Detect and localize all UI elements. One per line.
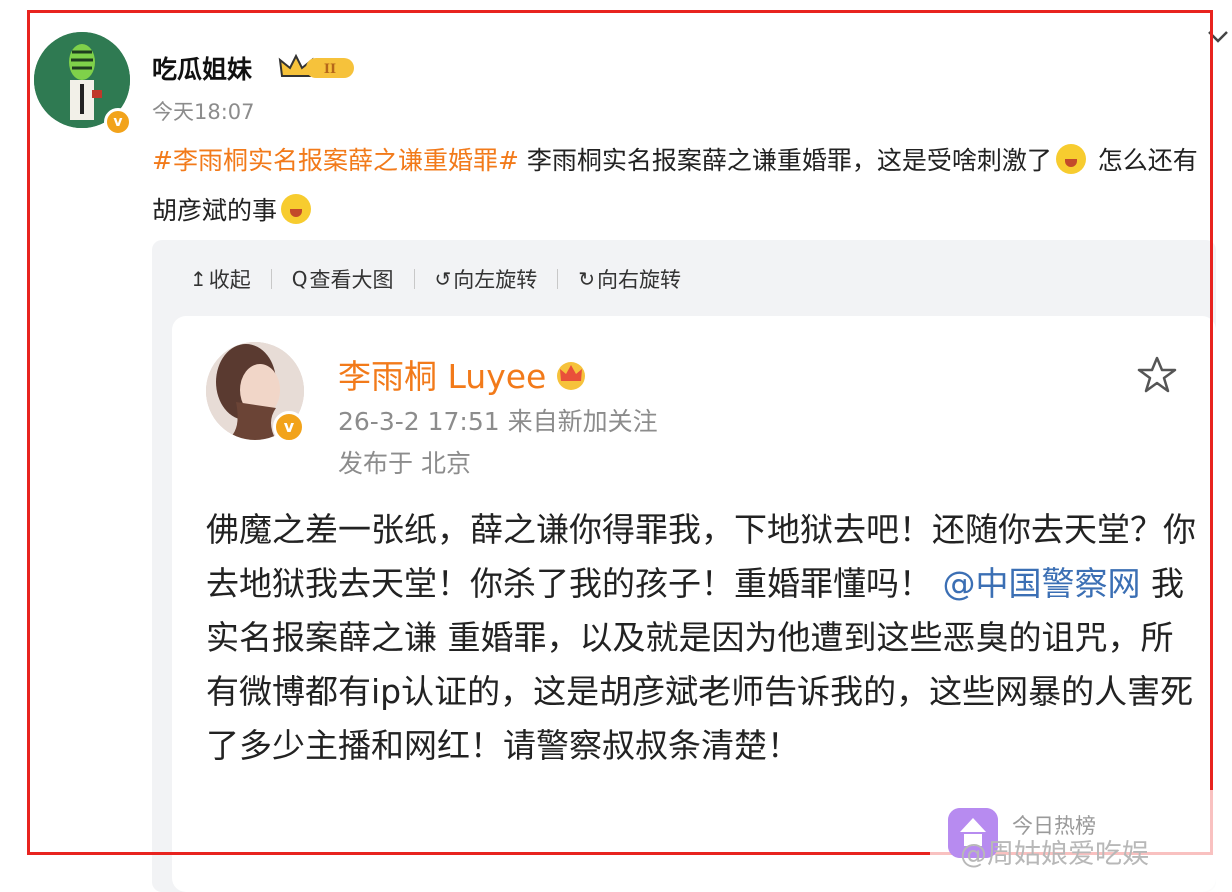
watermark-handle: @周姑娘爱吃娱: [960, 839, 1149, 870]
star-icon[interactable]: [1136, 354, 1178, 396]
post-username[interactable]: 吃瓜姐妹: [152, 50, 252, 86]
toolbar-divider: [413, 269, 415, 289]
embedded-username[interactable]: 李雨桐 Luyee: [338, 350, 546, 398]
embedded-username-row: 李雨桐 Luyee: [338, 350, 588, 398]
verified-badge: v: [104, 108, 132, 136]
shocked-face-emoji-icon: [1055, 144, 1086, 174]
post-text: #李雨桐实名报案薛之谦重婚罪# 李雨桐实名报案薛之谦重婚罪，这是受啥刺激了 怎么…: [152, 136, 1216, 236]
svg-text:II: II: [324, 62, 336, 77]
chevron-down-icon[interactable]: [1206, 28, 1230, 46]
embedded-meta-location: 发布于 北京: [338, 449, 471, 478]
rotate-left-icon: ↺: [434, 267, 452, 291]
mention-link[interactable]: @中国警察网: [943, 564, 1141, 603]
hashtag-link[interactable]: #李雨桐实名报案薛之谦重婚罪#: [152, 146, 519, 175]
tongue-face-emoji-icon: [281, 194, 312, 224]
crown-level-icon: II: [278, 53, 354, 78]
rotate-left-label: 向左旋转: [453, 268, 538, 292]
toolbar-divider: [270, 269, 272, 289]
embedded-verified-badge: v: [273, 411, 305, 443]
image-toolbar: ↥ 收起 Q 查看大图 ↺ 向左旋转 ↻ 向右旋转: [190, 264, 681, 294]
view-large-label: 查看大图: [309, 268, 394, 292]
rotate-right-button[interactable]: ↻ 向右旋转: [578, 264, 681, 294]
embedded-meta-time-source: 26-3-2 17:51 来自新加关注: [338, 407, 658, 436]
post-timestamp: 今天18:07: [152, 100, 255, 124]
embedded-post-body: 佛魔之差一张纸，薛之谦你得罪我，下地狱去吧！还随你去天堂？你去地狱我去天堂！你杀…: [206, 503, 1196, 773]
toolbar-divider: [557, 269, 559, 289]
collapse-button[interactable]: ↥ 收起: [190, 264, 251, 294]
collapse-label: 收起: [208, 268, 251, 292]
rotate-right-icon: ↻: [578, 267, 596, 291]
crown-icon: [557, 362, 586, 390]
post-text-part1: 李雨桐实名报案薛之谦重婚罪，这是受啥刺激了: [518, 146, 1052, 175]
collapse-icon: ↥: [190, 267, 207, 291]
rotate-left-button[interactable]: ↺ 向左旋转: [435, 264, 538, 294]
search-icon: Q: [291, 267, 308, 291]
view-large-button[interactable]: Q 查看大图: [292, 264, 394, 294]
rotate-right-label: 向右旋转: [597, 268, 682, 292]
